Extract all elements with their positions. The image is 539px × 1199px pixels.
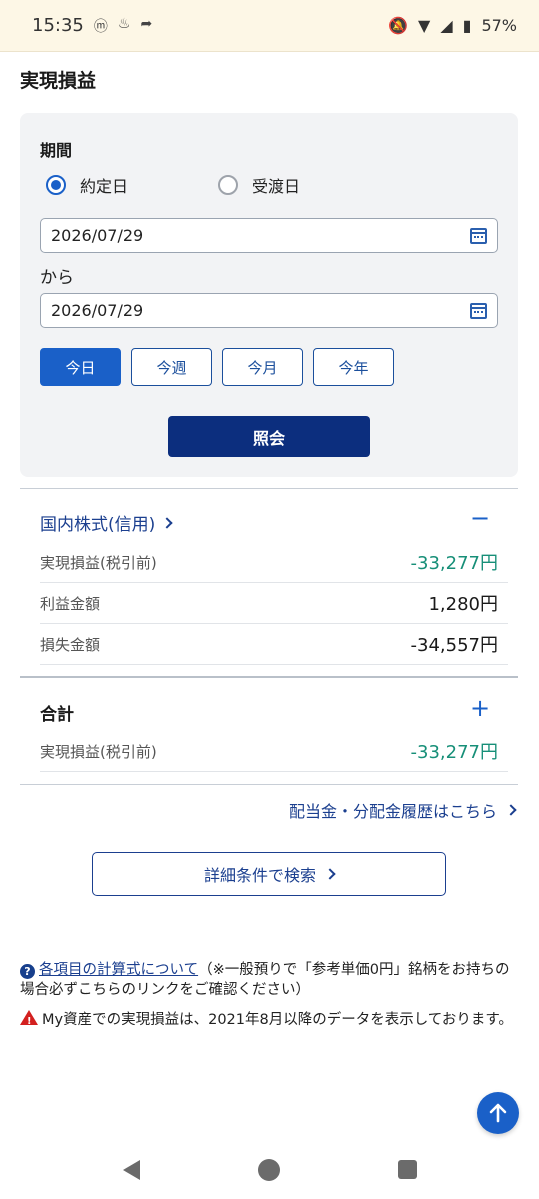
radio-settlement-date[interactable]: 受渡日 bbox=[218, 173, 300, 197]
divider bbox=[20, 784, 518, 785]
row-value: 1,280円 bbox=[428, 594, 498, 615]
status-right: 🔕 ▼ ◢ ▮ 57% bbox=[388, 16, 517, 35]
table-row: 利益金額 1,280円 bbox=[40, 583, 508, 624]
page-title: 実現損益 bbox=[20, 70, 97, 92]
to-date-value: 2026/07/29 bbox=[51, 301, 144, 320]
arrow-up-icon bbox=[489, 1103, 507, 1123]
link-label: 配当金・分配金履歴はこちら bbox=[288, 802, 497, 821]
table-row: 実現損益(税引前) -33,277円 bbox=[40, 731, 508, 772]
share-icon: ➦ bbox=[140, 15, 153, 32]
divider bbox=[20, 676, 518, 678]
domestic-margin-link[interactable]: 国内株式(信用) bbox=[40, 510, 173, 535]
status-time: 15:35 bbox=[32, 15, 84, 36]
radio-label: 約定日 bbox=[80, 177, 129, 196]
chevron-right-icon bbox=[505, 804, 517, 816]
calendar-icon[interactable] bbox=[470, 302, 487, 319]
today-button[interactable]: 今日 bbox=[40, 348, 121, 386]
row-label: 実現損益(税引前) bbox=[40, 553, 157, 572]
total-section-title: 合計 bbox=[40, 705, 74, 725]
scroll-top-button[interactable] bbox=[477, 1092, 519, 1134]
radio-selected-icon bbox=[46, 175, 66, 195]
dividend-history-link[interactable]: 配当金・分配金履歴はこちら bbox=[288, 798, 517, 822]
row-label: 利益金額 bbox=[40, 594, 101, 613]
app-icon: ♨ bbox=[117, 15, 131, 32]
period-filter-panel: 期間 約定日 受渡日 2026/07/29 から 2026/07/29 今日 今… bbox=[20, 113, 518, 477]
from-date-input[interactable]: 2026/07/29 bbox=[40, 218, 498, 253]
battery-icon: ▮ bbox=[462, 16, 472, 35]
chevron-right-icon bbox=[161, 516, 173, 529]
navigation-bar bbox=[0, 1140, 539, 1199]
this-month-button[interactable]: 今月 bbox=[222, 348, 303, 386]
row-value: -34,557円 bbox=[410, 635, 498, 656]
divider bbox=[20, 488, 518, 489]
mute-icon: 🔕 bbox=[388, 16, 408, 35]
to-date-input[interactable]: 2026/07/29 bbox=[40, 293, 498, 328]
back-icon[interactable] bbox=[122, 1159, 140, 1180]
this-year-button[interactable]: 今年 bbox=[313, 348, 394, 386]
row-label: 損失金額 bbox=[40, 635, 101, 654]
status-bar: 15:35 ⓜ ♨ ➦ 🔕 ▼ ◢ ▮ 57% bbox=[0, 0, 539, 52]
table-row: 損失金額 -34,557円 bbox=[40, 624, 508, 665]
button-label: 詳細条件で検索 bbox=[203, 866, 316, 885]
row-value: -33,277円 bbox=[410, 742, 498, 763]
collapse-icon[interactable]: − bbox=[470, 504, 490, 532]
question-icon: ? bbox=[20, 964, 35, 979]
formula-note: ? 各項目の計算式について（※一般預りで「参考単価0円」銘柄をお持ちの場合必ずこち… bbox=[20, 960, 520, 1000]
formula-link[interactable]: 各項目の計算式について bbox=[39, 962, 198, 978]
calendar-icon[interactable] bbox=[470, 227, 487, 244]
detail-search-button[interactable]: 詳細条件で検索 bbox=[92, 852, 446, 896]
notification-icon: ⓜ bbox=[93, 18, 108, 35]
radio-unselected-icon bbox=[218, 175, 238, 195]
row-value: -33,277円 bbox=[410, 553, 498, 574]
section-title: 国内株式(信用) bbox=[40, 515, 156, 535]
home-icon[interactable] bbox=[257, 1158, 280, 1181]
table-row: 実現損益(税引前) -33,277円 bbox=[40, 542, 508, 583]
radio-label: 受渡日 bbox=[252, 177, 301, 196]
battery-level: 57% bbox=[481, 16, 517, 35]
date-separator: から bbox=[40, 268, 74, 288]
warning-note: ! My資産での実現損益は、2021年8月以降のデータを表示しております。 bbox=[20, 1010, 520, 1030]
period-label: 期間 bbox=[40, 141, 73, 160]
recents-icon[interactable] bbox=[397, 1160, 417, 1179]
radio-trade-date[interactable]: 約定日 bbox=[46, 173, 128, 197]
wifi-icon: ▼ bbox=[418, 16, 431, 35]
signal-icon: ◢ bbox=[440, 16, 453, 35]
inquiry-button[interactable]: 照会 bbox=[168, 416, 370, 457]
warning-icon: ! bbox=[20, 1010, 38, 1027]
chevron-right-icon bbox=[324, 868, 336, 880]
notification-icons: ⓜ ♨ ➦ bbox=[94, 16, 152, 36]
warning-text: My資産での実現損益は、2021年8月以降のデータを表示しております。 bbox=[42, 1012, 513, 1028]
from-date-value: 2026/07/29 bbox=[51, 226, 144, 245]
row-label: 実現損益(税引前) bbox=[40, 742, 157, 761]
expand-icon[interactable]: + bbox=[470, 694, 490, 722]
this-week-button[interactable]: 今週 bbox=[131, 348, 212, 386]
